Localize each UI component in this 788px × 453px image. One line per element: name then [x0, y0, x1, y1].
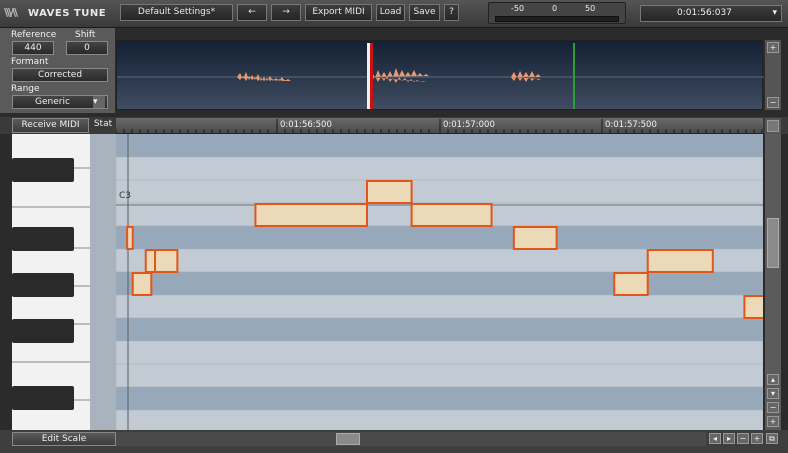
parameter-panel: Reference Shift 440 0 Formant Corrected …: [0, 28, 115, 113]
ruler-marker-3: 0:01:57:500: [605, 120, 657, 130]
meter-tick-minus50: -50: [511, 4, 525, 13]
overview-waveform-svg: [117, 43, 764, 109]
scroll-left-button[interactable]: ◂: [709, 433, 721, 444]
vertical-scroll-thumb[interactable]: [767, 218, 779, 268]
pitch-note[interactable]: [743, 295, 763, 319]
time-ruler-svg: 0:01:56:500 0:01:57:000 0:01:57:500: [115, 119, 763, 134]
overview-zoom-out-button[interactable]: −: [767, 97, 779, 108]
pitch-lane: [116, 294, 763, 319]
load-button[interactable]: Load: [376, 4, 405, 21]
stat-column: [90, 134, 116, 430]
ruler-corner-button[interactable]: [767, 120, 779, 132]
time-display-dropdown[interactable]: 0:01:56:037 ▾: [640, 5, 782, 22]
pitch-lane: [116, 317, 763, 342]
vertical-zoom-in-button[interactable]: +: [767, 416, 779, 427]
scroll-up-button[interactable]: ▴: [767, 374, 779, 385]
pitch-note[interactable]: [126, 226, 134, 250]
pitch-note[interactable]: [131, 272, 153, 296]
app-title: WAVES TUNE: [27, 8, 107, 19]
pitch-note[interactable]: [154, 249, 179, 273]
preset-menu-button[interactable]: Default Settings*: [120, 4, 233, 21]
range-dropdown[interactable]: Generic ▾: [12, 95, 108, 109]
meter-tick-50: 50: [585, 4, 596, 13]
time-ruler[interactable]: 0:01:56:500 0:01:57:000 0:01:57:500: [115, 118, 763, 134]
overview-zoom-controls: + −: [765, 40, 781, 110]
pitch-note[interactable]: [512, 226, 558, 250]
horizontal-scrollbar[interactable]: [116, 432, 706, 446]
receive-midi-button[interactable]: Receive MIDI: [12, 118, 89, 133]
pitch-note[interactable]: [410, 203, 493, 227]
range-label: Range: [11, 84, 40, 94]
next-preset-button[interactable]: →: [271, 4, 301, 21]
formant-button[interactable]: Corrected: [12, 68, 108, 82]
top-toolbar: \\\/\\ WAVES TUNE Default Settings* ← → …: [0, 0, 788, 28]
piano-keyboard[interactable]: [12, 134, 90, 430]
ruler-marker-2: 0:01:57:000: [443, 120, 495, 130]
shift-label: Shift: [75, 30, 96, 40]
horizontal-zoom-in-button[interactable]: +: [751, 433, 763, 444]
chevron-down-icon: ▾: [93, 96, 105, 108]
horizontal-scroll-thumb[interactable]: [336, 433, 360, 445]
help-button[interactable]: ?: [444, 4, 459, 21]
overview-end-marker[interactable]: [573, 43, 575, 109]
pitch-note[interactable]: [254, 203, 368, 227]
pitch-lane: [116, 363, 763, 388]
pitch-lane: [116, 409, 763, 430]
time-display-value: 0:01:56:037: [677, 8, 732, 18]
waveform-overview[interactable]: [116, 40, 764, 110]
meter-bar: [495, 16, 619, 22]
save-button[interactable]: Save: [409, 4, 440, 21]
pitch-lane: [116, 386, 763, 411]
overview-playhead[interactable]: [370, 43, 373, 109]
note-grid-svg: C3: [116, 134, 763, 430]
note-label-c3: C3: [119, 191, 131, 201]
waveform-clips: [237, 68, 541, 83]
formant-label: Formant: [11, 57, 49, 67]
ruler-marker-1: 0:01:56:500: [280, 120, 332, 130]
fit-view-icon[interactable]: ⧉: [766, 433, 778, 444]
overview-zoom-in-button[interactable]: +: [767, 42, 779, 53]
range-dropdown-value: Generic: [35, 97, 70, 107]
scroll-down-button[interactable]: ▾: [767, 388, 779, 399]
horizontal-zoom-out-button[interactable]: −: [737, 433, 749, 444]
stat-header: Stat: [93, 119, 113, 129]
pitch-note[interactable]: [365, 180, 413, 204]
scroll-right-button[interactable]: ▸: [723, 433, 735, 444]
piano-keys-svg: [12, 134, 90, 430]
waves-tune-logo: \\\/\\ WAVES TUNE: [4, 5, 116, 21]
shift-field[interactable]: 0: [66, 41, 108, 55]
bottom-bar: Edit Scale ◂ ▸ − + ⧉: [0, 430, 788, 453]
pitch-lane: [116, 225, 763, 250]
pitch-lanes: [116, 134, 763, 430]
edit-scale-button[interactable]: Edit Scale: [12, 432, 116, 446]
reference-field[interactable]: 440: [12, 41, 54, 55]
overview-cursor-start[interactable]: [367, 43, 370, 109]
vertical-scrollbar[interactable]: ▴ ▾ − +: [765, 134, 781, 430]
pitch-lane: [116, 179, 763, 204]
ruler-corner: [765, 118, 781, 134]
export-midi-button[interactable]: Export MIDI: [305, 4, 372, 21]
waves-logo-icon: \\\/\\: [4, 6, 18, 19]
meter-tick-0: 0: [552, 4, 558, 13]
pitch-note[interactable]: [144, 249, 157, 273]
pitch-lane: [116, 271, 763, 296]
pitch-deviation-meter: -50 0 50: [488, 2, 626, 24]
pitch-lane: [116, 134, 763, 158]
reference-label: Reference: [11, 30, 57, 40]
chevron-down-icon: ▾: [772, 8, 777, 18]
pitch-note-grid[interactable]: C3: [116, 134, 763, 430]
vertical-zoom-out-button[interactable]: −: [767, 402, 779, 413]
pitch-note[interactable]: [646, 249, 714, 273]
pitch-lane: [116, 156, 763, 181]
ruler-ticks: [115, 119, 763, 134]
previous-preset-button[interactable]: ←: [237, 4, 267, 21]
pitch-lane: [116, 340, 763, 365]
pitch-note[interactable]: [613, 272, 649, 296]
